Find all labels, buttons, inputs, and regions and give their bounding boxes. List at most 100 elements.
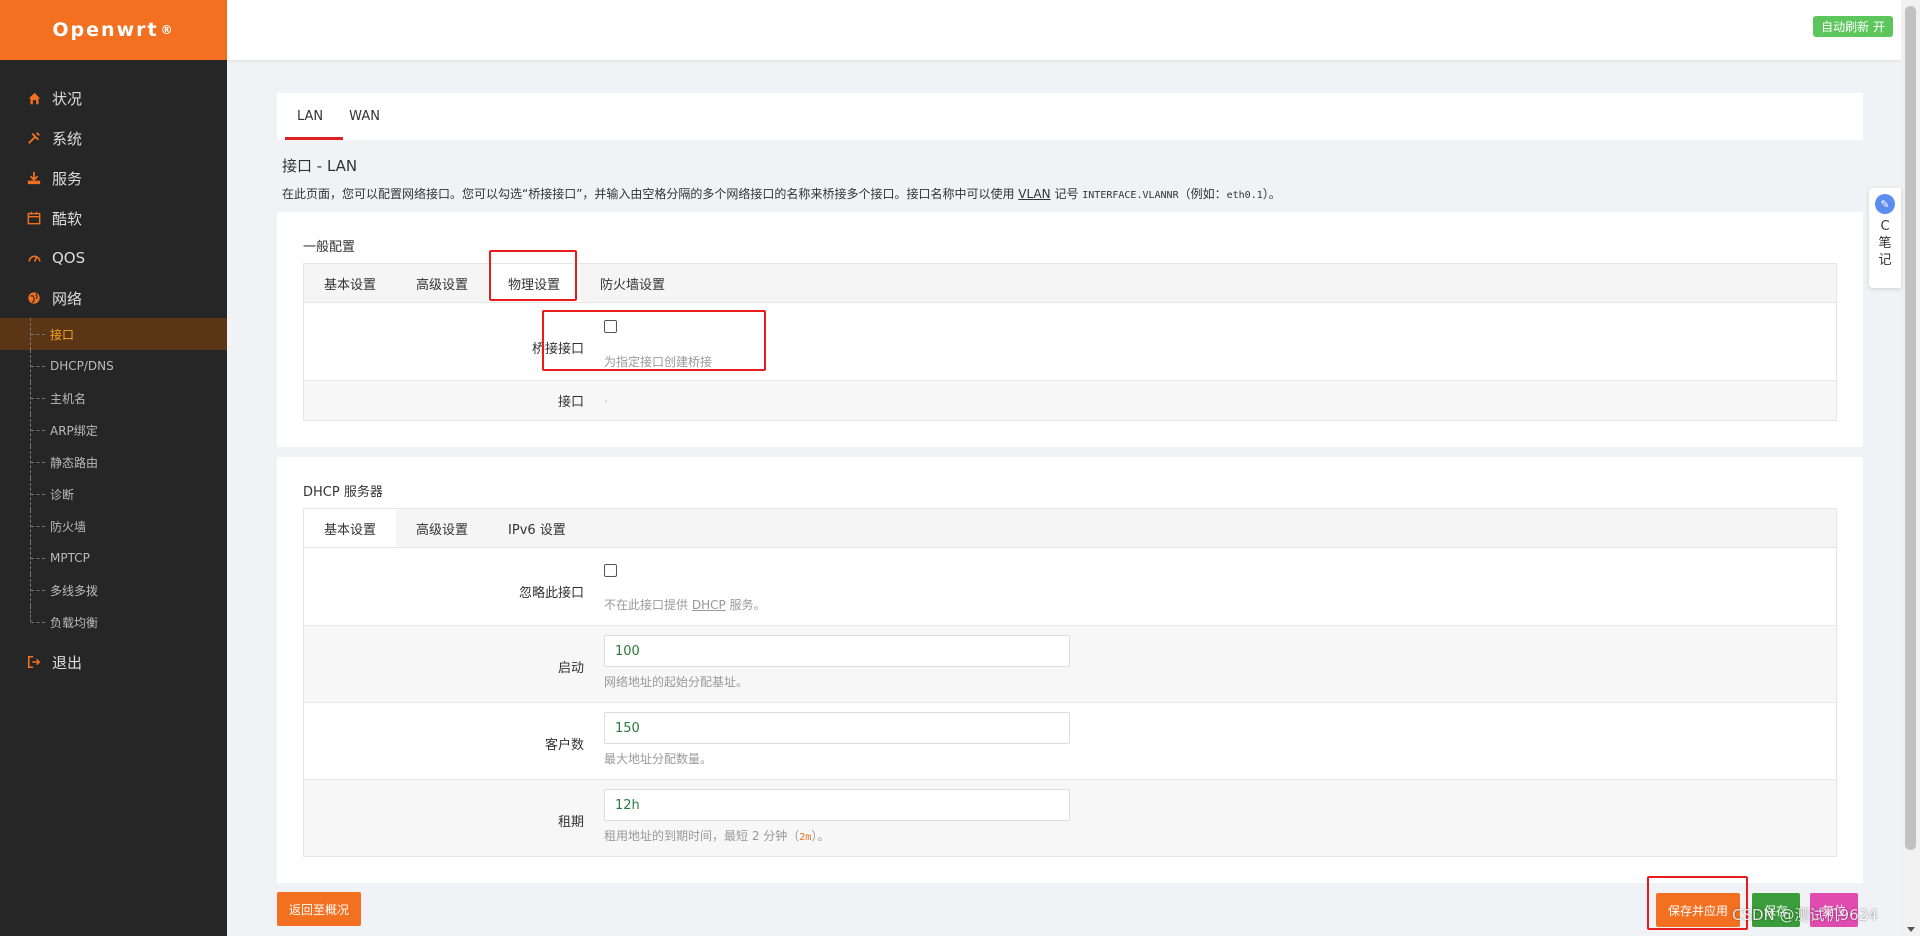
- main-content: LAN WAN 接口 - LAN 在此页面，您可以配置网络接口。您可以勾选“桥接…: [277, 93, 1863, 883]
- sidebar-item-network[interactable]: 网络: [0, 278, 227, 318]
- sidebar: Openwrt® 状况 系统 服务 酷软 QOS 网络 接口 DHCP/DNS: [0, 0, 227, 936]
- bridge-checkbox[interactable]: [604, 320, 617, 333]
- lease-field: 12h 租用地址的到期时间，最短 2 分钟（2m）。: [604, 789, 1836, 846]
- start-input[interactable]: 100: [604, 635, 1070, 667]
- subtab-advanced[interactable]: 高级设置: [396, 264, 488, 302]
- brand-logo[interactable]: Openwrt ®: [0, 0, 227, 60]
- sidebar-item-label: 系统: [52, 129, 83, 148]
- iface-value: .: [604, 391, 609, 406]
- page-scrollbar[interactable]: [1901, 0, 1920, 936]
- sidebar-item-label: 网络: [52, 289, 83, 308]
- sidebar-sub-static-routes[interactable]: 静态路由: [0, 446, 227, 478]
- calendar-icon: [26, 210, 42, 226]
- subtab-dhcp-ipv6[interactable]: IPv6 设置: [488, 509, 586, 547]
- limit-field: 150 最大地址分配数量。: [604, 712, 1836, 769]
- sub-item-label: DHCP/DNS: [50, 359, 114, 373]
- sidebar-sub-diagnostics[interactable]: 诊断: [0, 478, 227, 510]
- back-to-overview-button[interactable]: 返回至概况: [277, 892, 362, 926]
- sidebar-menu: 状况 系统 服务 酷软 QOS 网络 接口 DHCP/DNS 主机名 ARP绑定…: [0, 78, 227, 682]
- sidebar-sub-dhcp-dns[interactable]: DHCP/DNS: [0, 350, 227, 382]
- tree-connector: [31, 429, 45, 431]
- sub-item-label: 防火墙: [50, 519, 87, 534]
- ignore-label: 忽略此接口: [518, 586, 584, 601]
- tree-connector: [31, 589, 45, 591]
- download-icon: [26, 170, 42, 186]
- limit-input[interactable]: 150: [604, 712, 1070, 744]
- start-hint: 网络地址的起始分配基址。: [604, 675, 749, 689]
- section-title: DHCP 服务器: [303, 485, 383, 500]
- start-label: 启动: [557, 661, 584, 676]
- sidebar-item-label: QOS: [52, 249, 86, 267]
- sub-item-label: 静态路由: [50, 455, 99, 470]
- lease-hint: 租用地址的到期时间，最短 2 分钟（2m）。: [604, 827, 1836, 844]
- sidebar-sub-firewall[interactable]: 防火墙: [0, 510, 227, 542]
- sidebar-sub-interfaces[interactable]: 接口: [0, 318, 227, 350]
- tree-connector: [31, 397, 45, 399]
- general-fields: 桥接接口 为指定接口创建桥接 接口 .: [303, 302, 1837, 421]
- tree-connector: [31, 333, 45, 335]
- brand-name: Openwrt: [52, 19, 159, 41]
- tools-icon: [26, 130, 42, 146]
- autorefresh-toggle[interactable]: 自动刷新 开: [1813, 16, 1893, 37]
- subtab-basic[interactable]: 基本设置: [304, 264, 396, 302]
- sidebar-sub-arp[interactable]: ARP绑定: [0, 414, 227, 446]
- lease-input[interactable]: 12h: [604, 789, 1070, 821]
- sidebar-sub-mptcp[interactable]: MPTCP: [0, 542, 227, 574]
- ignore-hint: 不在此接口提供 DHCP 服务。: [604, 596, 1836, 613]
- hint-text: ）。: [811, 829, 830, 843]
- globe-icon: [26, 290, 42, 306]
- sidebar-sub-multiwan[interactable]: 多线多拨: [0, 574, 227, 606]
- tree-connector: [31, 365, 45, 367]
- sidebar-item-software[interactable]: 酷软: [0, 198, 227, 238]
- desc-text-4: ）。: [1262, 187, 1281, 201]
- sidebar-item-qos[interactable]: QOS: [0, 238, 227, 278]
- notes-line2: 记: [1878, 253, 1892, 268]
- bridge-row: 桥接接口 为指定接口创建桥接: [304, 303, 1836, 380]
- subtab-dhcp-basic[interactable]: 基本设置: [304, 509, 397, 547]
- tab-lan[interactable]: LAN: [277, 93, 344, 140]
- bridge-hint: 为指定接口创建桥接: [604, 355, 713, 369]
- sub-item-label: 接口: [50, 327, 75, 342]
- sidebar-item-label: 服务: [52, 169, 83, 188]
- sidebar-item-logout[interactable]: 退出: [0, 642, 227, 682]
- sidebar-item-label: 酷软: [52, 209, 83, 228]
- tree-connector: [31, 461, 45, 463]
- ignore-checkbox[interactable]: [604, 564, 617, 577]
- sidebar-item-system[interactable]: 系统: [0, 118, 227, 158]
- dhcp-link[interactable]: DHCP: [692, 598, 726, 612]
- save-apply-button[interactable]: 保存并应用: [1656, 893, 1741, 927]
- notes-line1: 笔: [1878, 236, 1892, 251]
- ignore-row: 忽略此接口 不在此接口提供 DHCP 服务。: [304, 548, 1836, 625]
- vlan-link[interactable]: VLAN: [1018, 187, 1050, 201]
- interface-tabs: LAN WAN: [277, 93, 1863, 140]
- tab-wan[interactable]: WAN: [343, 93, 400, 140]
- sidebar-sub-hostnames[interactable]: 主机名: [0, 382, 227, 414]
- tree-connector: [31, 557, 45, 559]
- sub-item-label: 多线多拨: [50, 583, 99, 598]
- sidebar-item-services[interactable]: 服务: [0, 158, 227, 198]
- logout-icon: [26, 654, 42, 670]
- note-pen-icon: ✎: [1875, 194, 1895, 214]
- sidebar-item-status[interactable]: 状况: [0, 78, 227, 118]
- subtab-firewall[interactable]: 防火墙设置: [580, 264, 685, 302]
- sidebar-sub-loadbalance[interactable]: 负载均衡: [0, 606, 227, 638]
- scroll-down-arrow[interactable]: [1907, 927, 1915, 932]
- dhcp-subtabs: 基本设置 高级设置 IPv6 设置: [303, 508, 1837, 547]
- subtab-physical[interactable]: 物理设置: [488, 264, 581, 302]
- tree-connector: [31, 493, 45, 495]
- page-title: 接口 - LAN: [282, 157, 358, 175]
- tree-connector: [31, 525, 45, 527]
- general-config-section: 一般配置 基本设置 高级设置 物理设置 防火墙设置 桥接接口 为指定接口创建桥接…: [277, 212, 1863, 447]
- sub-item-label: 负载均衡: [50, 615, 99, 630]
- scrollbar-thumb[interactable]: [1905, 6, 1916, 850]
- notes-widget[interactable]: ✎ C 笔 记: [1869, 188, 1901, 288]
- sub-item-label: 主机名: [50, 391, 87, 406]
- iface-row: 接口 .: [304, 380, 1836, 420]
- notes-letter: C: [1880, 219, 1890, 234]
- hint-text: 不在此接口提供: [604, 598, 692, 612]
- start-field: 100 网络地址的起始分配基址。: [604, 635, 1836, 692]
- network-submenu: 接口 DHCP/DNS 主机名 ARP绑定 静态路由 诊断 防火墙 MPTCP …: [0, 318, 227, 638]
- sub-item-label: MPTCP: [50, 551, 90, 565]
- subtab-dhcp-advanced[interactable]: 高级设置: [396, 509, 488, 547]
- lease-label: 租期: [557, 815, 584, 830]
